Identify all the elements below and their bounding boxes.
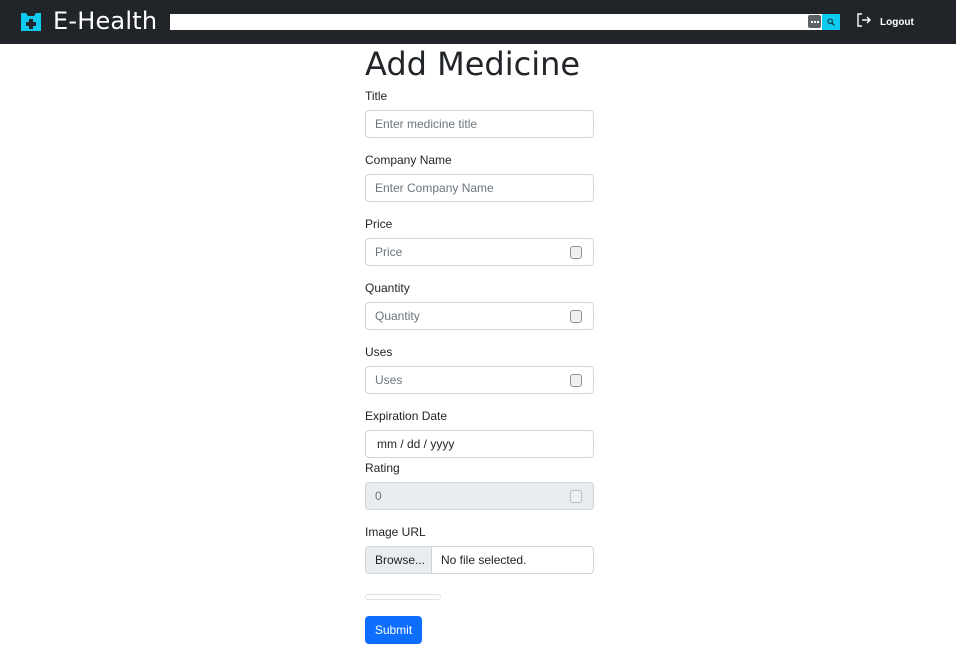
top-navbar: E-Health Logout xyxy=(0,0,956,44)
number-spinner-icon[interactable] xyxy=(570,246,582,259)
logout-label: Logout xyxy=(880,16,914,28)
company-name-label: Company Name xyxy=(365,153,452,167)
search-input[interactable] xyxy=(170,14,822,30)
search-button[interactable] xyxy=(822,14,840,30)
number-spinner-icon xyxy=(570,490,582,503)
title-label: Title xyxy=(365,89,388,103)
medical-cross-icon xyxy=(20,10,42,32)
search-icon xyxy=(827,13,835,31)
brand-link[interactable]: E-Health xyxy=(20,6,157,36)
uses-label: Uses xyxy=(365,345,393,359)
logout-icon xyxy=(856,12,872,33)
brand-name: E-Health xyxy=(53,7,158,35)
company-name-input[interactable]: Enter Company Name xyxy=(365,174,594,202)
rating-value: 0 xyxy=(375,489,382,503)
price-placeholder: Price xyxy=(375,245,403,259)
price-input[interactable]: Price xyxy=(365,238,594,266)
expiration-date-label: Expiration Date xyxy=(365,409,448,423)
more-options-icon[interactable] xyxy=(808,15,821,28)
image-url-label: Image URL xyxy=(365,525,426,539)
title-input[interactable]: Enter medicine title xyxy=(365,110,594,138)
quantity-input[interactable]: Quantity xyxy=(365,302,594,330)
logout-link[interactable]: Logout xyxy=(856,12,914,32)
page-title: Add Medicine xyxy=(365,45,581,83)
image-preview xyxy=(365,594,441,600)
expiration-date-input[interactable]: mm / dd / yyyy xyxy=(365,430,594,458)
quantity-label: Quantity xyxy=(365,281,410,295)
submit-button[interactable]: Submit xyxy=(365,616,422,644)
price-label: Price xyxy=(365,217,393,231)
number-spinner-icon[interactable] xyxy=(570,374,582,387)
number-spinner-icon[interactable] xyxy=(570,310,582,323)
quantity-placeholder: Quantity xyxy=(375,309,420,323)
uses-placeholder: Uses xyxy=(375,373,403,387)
rating-label: Rating xyxy=(365,461,400,475)
browse-button[interactable]: Browse... xyxy=(366,547,432,573)
rating-input: 0 xyxy=(365,482,594,510)
uses-input[interactable]: Uses xyxy=(365,366,594,394)
image-file-input[interactable]: Browse... No file selected. xyxy=(365,546,594,574)
file-status: No file selected. xyxy=(441,553,527,567)
